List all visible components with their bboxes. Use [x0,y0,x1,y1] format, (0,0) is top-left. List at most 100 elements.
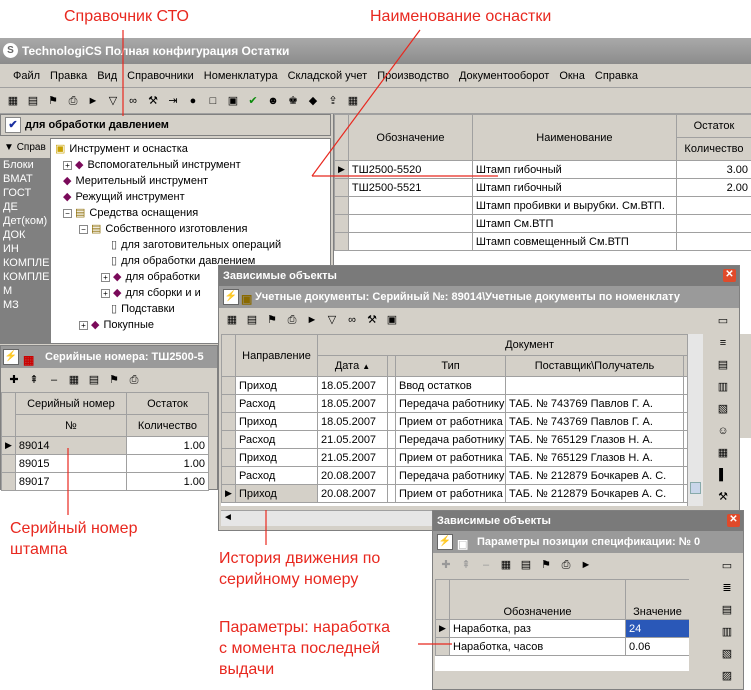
col-name[interactable]: Наименование [471,114,677,161]
left-list-item[interactable]: КОМПЛЕ [0,256,50,270]
close-icon[interactable]: ✕ [727,514,740,527]
doc-copy-icon[interactable]: ▥ [714,378,732,396]
document-icon[interactable]: ▤ [517,556,535,574]
tree-node[interactable]: − ▤ Средства оснащения [51,205,330,221]
left-list-item[interactable]: ДЕ [0,200,50,214]
col-type[interactable]: Тип [395,355,506,377]
col-param-code[interactable]: Обозначение [449,579,626,620]
flag-icon[interactable]: ⚑ [105,371,123,389]
flag-icon[interactable]: ⚑ [44,92,62,110]
left-list-item[interactable]: Блоки [0,158,50,172]
person-icon[interactable]: ☺ [714,422,732,440]
menu-item[interactable]: Номенклатура [199,70,283,82]
list-icon[interactable]: ≣ [718,579,736,597]
calc-icon[interactable]: ▣ [224,92,242,110]
book-icon[interactable]: ▧ [718,645,736,663]
menu-item[interactable]: Окна [554,70,590,82]
insert-row-icon[interactable]: ⇞ [25,371,43,389]
cell-param-value[interactable]: 0.06 [625,637,689,656]
table-row[interactable]: 89015 1.00 [1,454,210,473]
table-row[interactable]: ▶ ТШ2500-5520 Штамп гибочный 3.00 [334,160,751,179]
print-icon[interactable]: ⎙ [283,311,301,329]
expand-icon[interactable]: + [101,273,110,282]
document-icon[interactable]: ▤ [24,92,42,110]
scroll-left-icon[interactable]: ◄ [223,512,233,523]
tree-node[interactable]: − ▤ Собственного изготовления [51,221,330,237]
barcode-icon[interactable]: ▌ [714,466,732,484]
play-icon[interactable]: ► [303,311,321,329]
table-row[interactable]: Штамп См.ВТП [334,214,751,233]
col-date[interactable]: Дата ▲ [317,355,388,377]
menu-item[interactable]: Файл [8,70,45,82]
document-icon[interactable]: ▤ [85,371,103,389]
link-icon[interactable]: ⚡ [3,349,19,365]
delete-row-icon[interactable]: – [477,556,495,574]
new-page-icon[interactable]: □ [204,92,222,110]
menu-item[interactable]: Складской учет [283,70,373,82]
table-row[interactable]: Приход 18.05.2007 Прием от работника ТАБ. №… [221,412,687,431]
tree-node[interactable]: + ◆ Вспомогательный инструмент [51,157,330,173]
tools-icon[interactable]: ⚒ [363,311,381,329]
table-row[interactable]: Расход 20.08.2007 Передача работнику ТАБ. №… [221,466,687,485]
table-row[interactable]: Приход 18.05.2007 Ввод остатков [221,376,687,395]
table-row[interactable]: ▶ Приход 20.08.2007 Прием от работника ТАБ. … [221,484,687,503]
col-serial[interactable]: Серийный номер [14,392,127,415]
table-row[interactable]: Штамп пробивки и вырубки. См.ВТП. [334,196,751,215]
save-icon[interactable]: ▣ [383,311,401,329]
play-icon[interactable]: ► [577,556,595,574]
left-list-item[interactable]: ИН [0,242,50,256]
doc-copy-icon[interactable]: ▥ [718,623,736,641]
binoculars-icon[interactable]: ∞ [343,311,361,329]
delete-row-icon[interactable]: – [45,371,63,389]
menu-item[interactable]: Вид [92,70,122,82]
print-icon[interactable]: ⎙ [64,92,82,110]
add-row-icon[interactable]: ✚ [5,371,23,389]
print-icon[interactable]: ⎙ [125,371,143,389]
left-list-item[interactable]: ВМАТ [0,172,50,186]
calendar-icon[interactable]: ▦ [714,444,732,462]
insert-row-icon[interactable]: ⇞ [457,556,475,574]
table-row[interactable]: Наработка, часов 0.06 [435,637,689,656]
table-row[interactable]: 89017 1.00 [1,472,210,491]
table-row[interactable]: ТШ2500-5521 Штамп гибочный 2.00 [334,178,751,197]
tools-icon[interactable]: ⚒ [144,92,162,110]
left-list-item[interactable]: М [0,284,50,298]
add-row-icon[interactable]: ✚ [437,556,455,574]
expand-icon[interactable]: + [63,161,72,170]
table-row[interactable]: Расход 21.05.2007 Передача работнику ТАБ. №… [221,430,687,449]
expand-icon[interactable]: + [101,289,110,298]
left-list-item[interactable]: ГОСТ [0,186,50,200]
tree-node[interactable]: ◆ Мерительный инструмент [51,173,330,189]
col-direction[interactable]: Направление [235,334,318,377]
col-party[interactable]: Поставщик\Получатель [505,355,684,377]
table-row[interactable]: ▶ Наработка, раз 24 [435,619,689,638]
link-icon[interactable]: ⚡ [437,534,453,550]
table-row[interactable]: Расход 18.05.2007 Передача работнику ТАБ. №… [221,394,687,413]
col-serial-qty[interactable]: Количество [125,414,210,437]
window-icon[interactable]: ▭ [714,312,732,330]
left-list-item[interactable]: ДОК [0,228,50,242]
grid-icon[interactable]: ▦ [497,556,515,574]
table-row[interactable]: Приход 21.05.2007 Прием от работника ТАБ. №… [221,448,687,467]
move-icon[interactable]: ⇥ [164,92,182,110]
table-icon[interactable]: ▦ [344,92,362,110]
col-serial-stock[interactable]: Остаток [125,392,210,415]
grid-icon[interactable]: ▦ [65,371,83,389]
menu-item[interactable]: Справочники [122,70,199,82]
flag-icon[interactable]: ⚑ [263,311,281,329]
doc-blue-icon[interactable]: ▧ [714,400,732,418]
print-icon[interactable]: ⎙ [557,556,575,574]
tree-node[interactable]: ▯ для заготовительных операций [51,237,330,253]
table-row[interactable]: ▶ 89014 1.00 [1,436,210,455]
pin-icon[interactable]: ✔ [5,117,21,133]
doc-stack-icon[interactable]: ▤ [714,356,732,374]
expand-icon[interactable]: − [79,225,88,234]
tree-node[interactable]: ▣ Инструмент и оснастка [51,141,330,157]
list-icon[interactable]: ≡ [714,334,732,352]
table-row[interactable]: Штамп совмещенный См.ВТП [334,232,751,251]
left-list-item[interactable]: КОМПЛЕ [0,270,50,284]
expand-icon[interactable]: + [79,321,88,330]
col-qty[interactable]: Количество [675,137,751,161]
tree-node[interactable]: ◆ Режущий инструмент [51,189,330,205]
menu-item[interactable]: Правка [45,70,92,82]
